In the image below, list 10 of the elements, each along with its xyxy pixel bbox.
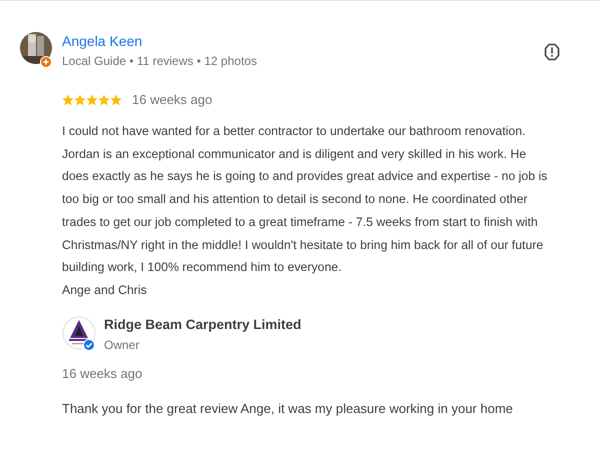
local-guide-badge-icon [40, 56, 52, 68]
owner-role: Owner [104, 338, 140, 353]
reviewer-stats: Local Guide • 11 reviews • 12 photos [62, 54, 257, 69]
owner-name: Ridge Beam Carpentry Limited [104, 316, 302, 334]
reply-time: 16 weeks ago [62, 366, 144, 381]
reviewer-name[interactable]: Angela Keen [62, 32, 257, 50]
report-icon[interactable] [544, 43, 560, 61]
reply-text: Thank you for the great review Ange, it was my pleasure working in your home [62, 400, 514, 416]
review-time: 16 weeks ago [132, 92, 212, 107]
review-text: I could not have wanted for a better contractor to undertake our bathroom renovation. Jordan is an exceptional communicator and is diligent and very skilled in his work. He does exactly as he says he is going to and provides great advice and expertise - no job is too big or too small and his attention to detail is second to none. He coordinated other trades to get our job completed to a great timeframe - 7.5 weeks from start to finish with Christmas/NY right in the middle! I wouldn't hesitate to bring him back for all of our future building work, I 100% recommend him to everyone. Ange and Chris [62, 123, 548, 299]
